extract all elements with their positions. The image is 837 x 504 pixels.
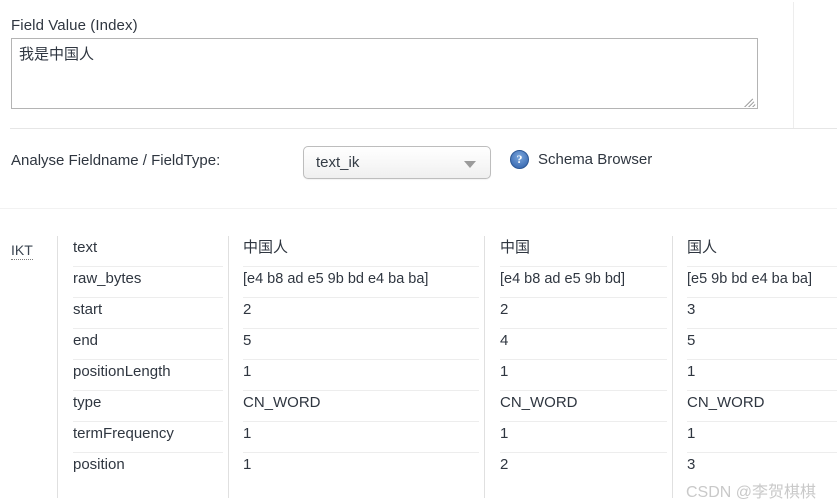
token-end: 5 [243,329,479,360]
table-row: position [73,456,125,473]
analyzer-abbreviation[interactable]: IKT [11,242,33,260]
table-divider-3 [484,236,485,498]
field-value-text: 我是中国人 [19,46,95,63]
table-row: positionLength [73,360,223,391]
section-divider-bottom [0,208,837,209]
token-text: 中国 [500,236,667,267]
token-start: 3 [687,298,837,329]
token-type: CN_WORD [687,391,837,422]
token-start: 2 [500,298,667,329]
help-question-icon[interactable]: ? [510,150,529,169]
token-text: 国人 [687,236,837,267]
panel-vertical-divider [793,2,794,128]
token-type: CN_WORD [500,391,667,422]
chevron-down-icon [464,161,476,168]
schema-browser-link[interactable]: Schema Browser [538,151,652,168]
table-row: type [73,391,223,422]
analyse-fieldtype-label: Analyse Fieldname / FieldType: [11,152,221,169]
analysis-page: Field Value (Index) 我是中国人 Analyse Fieldn… [0,0,837,504]
token-term-frequency: 1 [500,422,667,453]
fieldtype-select[interactable]: text_ik [303,146,491,179]
token-end: 4 [500,329,667,360]
token-raw-bytes: [e4 b8 ad e5 9b bd e4 ba ba] [243,267,479,298]
token-end: 5 [687,329,837,360]
token-position-length: 1 [500,360,667,391]
token-raw-bytes: [e5 9b bd e4 ba ba] [687,267,837,298]
token-text: 中国人 [243,236,479,267]
token-raw-bytes: [e4 b8 ad e5 9b bd] [500,267,667,298]
fieldtype-select-value: text_ik [316,154,360,171]
csdn-watermark: CSDN @李贺棋棋 [686,484,817,501]
token-column-2: 中国 [e4 b8 ad e5 9b bd] 2 4 1 CN_WORD 1 2 [500,236,667,484]
table-divider-4 [672,236,673,498]
table-row-label-column: text raw_bytes start end positionLength … [73,236,223,484]
table-row: start [73,298,223,329]
token-term-frequency: 1 [243,422,479,453]
token-type: CN_WORD [243,391,479,422]
token-position: 2 [500,456,509,473]
token-column-1: 中国人 [e4 b8 ad e5 9b bd e4 ba ba] 2 5 1 C… [243,236,479,484]
table-row: termFrequency [73,422,223,453]
table-row: text [73,236,223,267]
field-value-textarea[interactable]: 我是中国人 [11,38,758,109]
token-position-length: 1 [243,360,479,391]
table-row: end [73,329,223,360]
token-position-length: 1 [687,360,837,391]
token-term-frequency: 1 [687,422,837,453]
table-row: raw_bytes [73,267,223,298]
token-start: 2 [243,298,479,329]
textarea-resize-handle-icon[interactable] [743,94,756,107]
table-divider-2 [228,236,229,498]
table-divider-1 [57,236,58,498]
token-position: 1 [243,456,252,473]
token-column-3: 国人 [e5 9b bd e4 ba ba] 3 5 1 CN_WORD 1 3 [687,236,837,484]
field-value-label: Field Value (Index) [11,17,138,34]
section-divider-top [10,128,837,129]
